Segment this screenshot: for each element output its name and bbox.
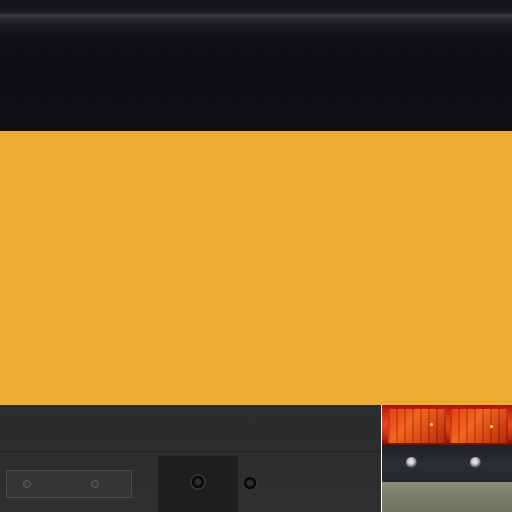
yellow-body-panel <box>0 131 512 405</box>
bolt-icon <box>242 475 258 491</box>
bolt-icon <box>470 457 481 468</box>
bolt-strip <box>381 445 512 482</box>
bolt-icon <box>23 480 31 488</box>
tail-light-icon <box>388 409 446 443</box>
light-reflection-dot <box>430 423 433 426</box>
bolt-icon <box>190 474 206 490</box>
tail-light-strip <box>381 405 512 445</box>
mount-block <box>158 456 238 512</box>
bumper-strip <box>381 482 512 512</box>
texture-canvas <box>0 0 512 512</box>
light-reflection-dot <box>490 425 493 428</box>
tail-light-icon <box>450 409 508 443</box>
bolt-icon <box>91 480 99 488</box>
top-dark-band <box>0 0 512 131</box>
bracket-plate <box>6 470 132 498</box>
bolt-icon <box>406 457 417 468</box>
